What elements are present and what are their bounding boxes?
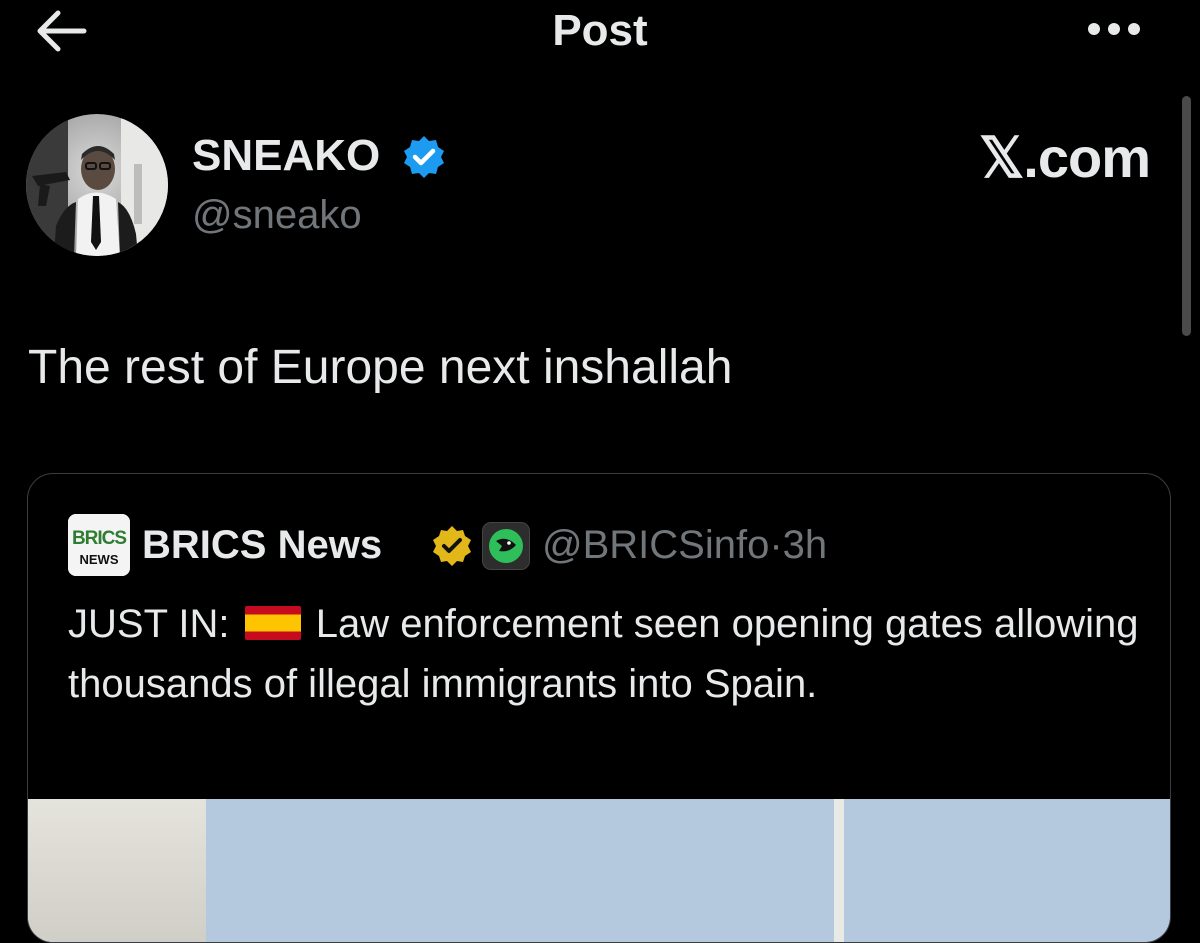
verified-gold-icon bbox=[433, 526, 471, 566]
avatar-photo bbox=[26, 114, 168, 256]
post-text: The rest of Europe next inshallah bbox=[28, 341, 733, 394]
quoted-post-card[interactable]: BRICS NEWS BRICS News @BRICSinfo·3h JUST… bbox=[27, 473, 1171, 943]
flag-spain-icon bbox=[244, 606, 301, 640]
more-options-button[interactable] bbox=[1080, 14, 1150, 44]
quote-handle[interactable]: @BRICSinfo bbox=[542, 523, 769, 567]
author-avatar[interactable] bbox=[26, 114, 168, 256]
quote-timestamp[interactable]: 3h bbox=[783, 523, 828, 567]
quote-avatar-text-top: BRICS bbox=[72, 528, 126, 549]
quote-avatar-text-bottom: NEWS bbox=[80, 552, 119, 567]
top-bar: Post bbox=[0, 0, 1200, 70]
quote-avatar[interactable]: BRICS NEWS bbox=[68, 514, 130, 576]
verified-badge-icon bbox=[404, 136, 444, 178]
page-title: Post bbox=[552, 6, 648, 55]
quote-author-name[interactable]: BRICS News bbox=[142, 519, 382, 571]
media-wall bbox=[28, 799, 206, 942]
quote-meta: @BRICSinfo·3h bbox=[542, 519, 827, 571]
affiliate-icon bbox=[489, 529, 523, 563]
affiliate-badge[interactable] bbox=[482, 522, 530, 570]
media-pole bbox=[834, 799, 844, 942]
quote-media-image[interactable] bbox=[28, 799, 1170, 942]
quote-text-prefix: JUST IN: bbox=[68, 602, 230, 646]
quote-text: JUST IN: Law enforcement seen opening ga… bbox=[68, 594, 1148, 714]
author-handle[interactable]: @sneako bbox=[192, 190, 362, 240]
scrollbar[interactable] bbox=[1182, 96, 1191, 336]
author-name[interactable]: SNEAKO bbox=[192, 130, 380, 182]
meta-separator: · bbox=[769, 523, 783, 567]
brics-logo: BRICS NEWS bbox=[68, 514, 130, 576]
more-horizontal-icon bbox=[1088, 23, 1140, 35]
x-watermark: 𝕏.com bbox=[979, 126, 1151, 189]
